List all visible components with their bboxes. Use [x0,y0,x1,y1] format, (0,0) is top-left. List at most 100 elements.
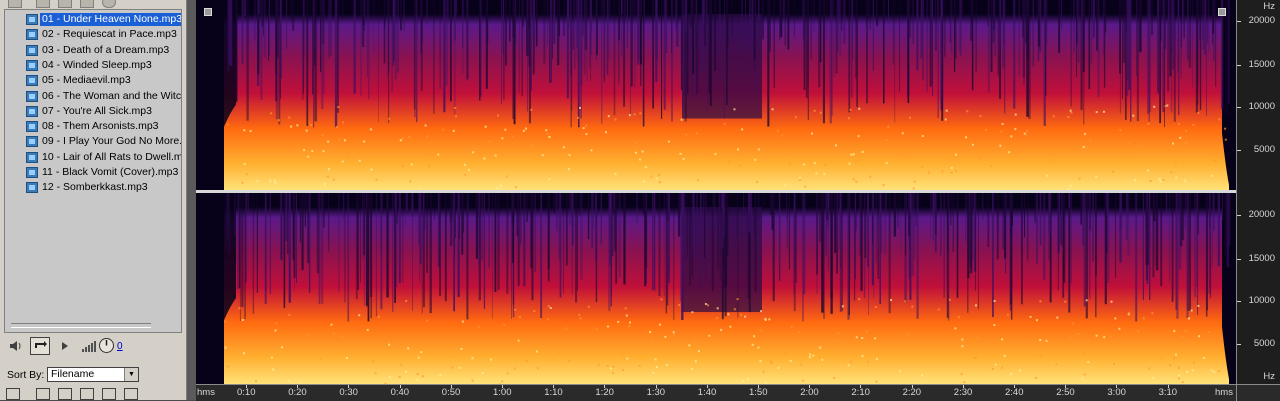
frequency-tick-mark [1237,150,1241,151]
file-list-item[interactable]: 02 - Requiescat in Pace.mp3 [5,27,181,42]
file-list-item[interactable]: 04 - Winded Sleep.mp3 [5,58,181,73]
file-list[interactable]: 01 - Under Heaven None.mp302 - Requiesca… [4,9,182,333]
time-tick-label: 1:10 [544,387,563,398]
time-tick-mark [400,385,401,388]
loop-button[interactable] [30,337,50,355]
frequency-tick-label: 5000 [1254,145,1275,155]
frequency-tick-label: 5000 [1254,339,1275,349]
frequency-tick-label: 20000 [1249,16,1275,26]
speaker-icon[interactable] [8,338,24,354]
frequency-tick-mark [1237,215,1241,216]
spectrogram-view[interactable] [196,0,1236,384]
file-name: 05 - Mediaevil.mp3 [42,74,131,87]
time-tick-label: 1:50 [749,387,768,398]
view-button[interactable] [80,388,94,400]
time-tick-label: 0:30 [339,387,358,398]
file-name: 09 - I Play Your God No More.mp [42,135,182,148]
view-button[interactable] [58,388,72,400]
file-list-item[interactable]: 06 - The Woman and the Witch.m [5,89,181,104]
audio-file-icon [26,75,38,86]
volume-knob[interactable] [98,337,115,354]
time-tick-mark [451,385,452,388]
volume-meter-icon [81,339,97,353]
file-list-item[interactable]: 09 - I Play Your God No More.mp [5,134,181,149]
frequency-tick-mark [1237,65,1241,66]
time-tick-mark [553,385,554,388]
time-tick-mark [963,385,964,388]
audio-file-icon [26,91,38,102]
toolbar-button[interactable] [58,0,72,8]
file-name: 08 - Them Arsonists.mp3 [42,120,159,133]
file-list-item[interactable]: 01 - Under Heaven None.mp3 [5,12,181,27]
spectrogram-channel-right[interactable] [196,193,1236,384]
frequency-tick-label: 15000 [1249,254,1275,264]
time-unit-label: hms [197,387,215,398]
play-icon[interactable] [59,338,71,354]
frequency-tick-mark [1237,259,1241,260]
frequency-tick-mark [1237,21,1241,22]
time-tick-mark [656,385,657,388]
file-name: 10 - Lair of All Rats to Dwell.mp3 [42,151,182,164]
file-list-item[interactable]: 08 - Them Arsonists.mp3 [5,119,181,134]
sort-label: Sort By: [7,369,44,381]
time-tick-label: 0:40 [391,387,410,398]
file-list-item[interactable]: 11 - Black Vomit (Cover).mp3 [5,165,181,180]
spectrogram-image-right [196,193,1236,384]
time-tick-label: 2:00 [800,387,819,398]
audio-file-icon [26,60,38,71]
time-tick-mark [348,385,349,388]
panel-toolbar [0,0,186,8]
time-tick-label: 1:40 [698,387,717,398]
frequency-ruler: Hz20000150001000050002000015000100005000… [1236,0,1280,384]
file-name: 06 - The Woman and the Witch.m [42,90,182,103]
audio-file-icon [26,182,38,193]
spectrogram-image-left [196,0,1236,190]
view-button[interactable] [6,388,20,400]
toolbar-button[interactable] [80,0,94,8]
file-name: 12 - Somberkkast.mp3 [42,181,148,194]
file-list-item[interactable]: 10 - Lair of All Rats to Dwell.mp3 [5,150,181,165]
file-list-item[interactable]: 03 - Death of a Dream.mp3 [5,43,181,58]
time-ruler[interactable]: hms0:100:200:300:400:501:001:101:201:301… [196,384,1236,401]
toolbar-button[interactable] [36,0,50,8]
time-tick-label: 2:20 [903,387,922,398]
frequency-tick-mark [1237,301,1241,302]
frequency-unit-label: Hz [1263,2,1275,12]
time-tick-mark [1014,385,1015,388]
time-tick-mark [707,385,708,388]
file-list-item[interactable]: 12 - Somberkkast.mp3 [5,180,181,195]
toolbar-button[interactable] [8,0,22,8]
audio-file-icon [26,29,38,40]
filter-button[interactable] [102,388,116,400]
spectrogram-channel-left[interactable] [196,0,1236,190]
chevron-down-icon[interactable]: ▼ [124,368,138,381]
ruler-corner [1236,384,1280,401]
audio-file-icon [26,121,38,132]
time-unit-label: hms [1215,387,1233,398]
audio-file-icon [26,14,38,25]
transport-controls: 0 [0,334,186,360]
frequency-tick-mark [1237,107,1241,108]
file-name: 02 - Requiescat in Pace.mp3 [42,28,177,41]
file-list-item[interactable]: 05 - Mediaevil.mp3 [5,73,181,88]
zoom-handle[interactable] [204,8,212,16]
time-tick-label: 1:30 [647,387,666,398]
toolbar-button[interactable] [102,0,116,8]
options-button[interactable] [124,388,138,400]
zoom-handle[interactable] [1218,8,1226,16]
frequency-tick-label: 10000 [1249,102,1275,112]
sort-select[interactable]: Filename ▼ [47,367,139,382]
file-name: 03 - Death of a Dream.mp3 [42,44,169,57]
audio-file-icon [26,136,38,147]
list-scrollbar[interactable] [11,323,151,328]
file-name: 04 - Winded Sleep.mp3 [42,59,152,72]
file-list-item[interactable]: 07 - You're All Sick.mp3 [5,104,181,119]
time-tick-label: 0:10 [237,387,256,398]
volume-value[interactable]: 0 [117,341,123,352]
time-tick-label: 0:50 [442,387,461,398]
frequency-tick-mark [1237,344,1241,345]
view-button[interactable] [36,388,50,400]
panel-divider[interactable] [187,0,196,400]
time-tick-mark [860,385,861,388]
audio-file-icon [26,152,38,163]
